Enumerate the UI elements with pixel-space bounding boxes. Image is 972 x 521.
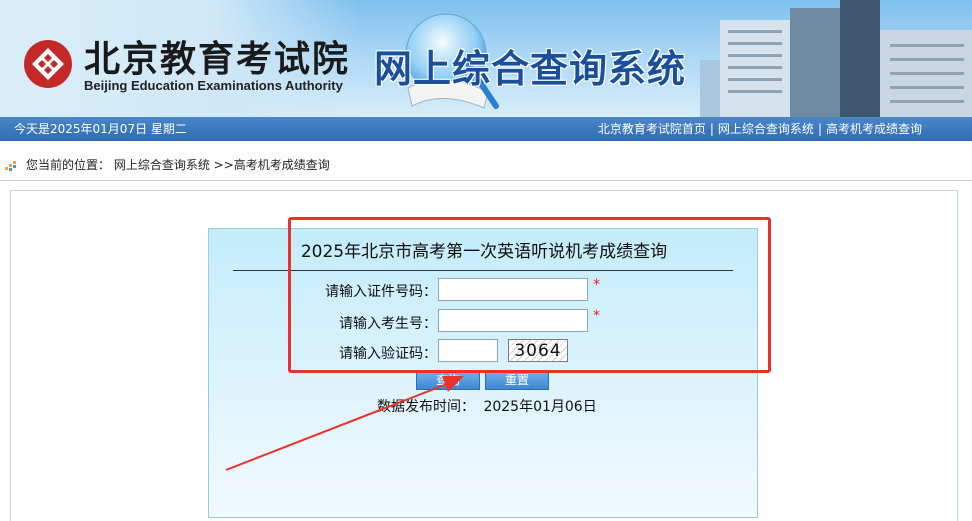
breadcrumb-divider	[0, 180, 972, 181]
navbar-links: 北京教育考试院首页 | 网上综合查询系统 | 高考机考成绩查询	[598, 117, 922, 141]
nav-separator: |	[709, 122, 714, 136]
breadcrumb-text: 您当前的位置： 网上综合查询系统 >>高考机考成绩查询	[26, 150, 330, 180]
publish-time-value: 2025年01月06日	[483, 399, 597, 415]
location-dots-icon	[5, 161, 16, 171]
header-banner: 北京教育考试院 Beijing Education Examinations A…	[0, 0, 972, 117]
nav-link-query-system[interactable]: 网上综合查询系统	[718, 122, 814, 136]
beijing-education-logo-icon	[24, 40, 72, 88]
breadcrumb: 您当前的位置： 网上综合查询系统 >>高考机考成绩查询	[0, 150, 972, 181]
org-name-en: Beijing Education Examinations Authority	[84, 78, 343, 93]
annotation-highlight-box	[288, 217, 771, 373]
nav-link-home[interactable]: 北京教育考试院首页	[598, 122, 706, 136]
building-illustration	[700, 0, 972, 117]
breadcrumb-path[interactable]: 网上综合查询系统 >>高考机考成绩查询	[114, 158, 330, 172]
top-navbar: 今天是2025年01月07日 星期二 北京教育考试院首页 | 网上综合查询系统 | 高考…	[0, 117, 972, 141]
reset-button[interactable]: 重置	[485, 370, 549, 390]
nav-link-score-query[interactable]: 高考机考成绩查询	[826, 122, 922, 136]
org-name-cn: 北京教育考试院	[84, 38, 351, 80]
breadcrumb-prefix: 您当前的位置：	[26, 158, 111, 172]
nav-separator: |	[817, 122, 822, 136]
site-title: 网上综合查询系统	[374, 47, 687, 91]
current-date: 今天是2025年01月07日 星期二	[14, 122, 187, 136]
annotation-arrow-icon	[225, 376, 464, 471]
